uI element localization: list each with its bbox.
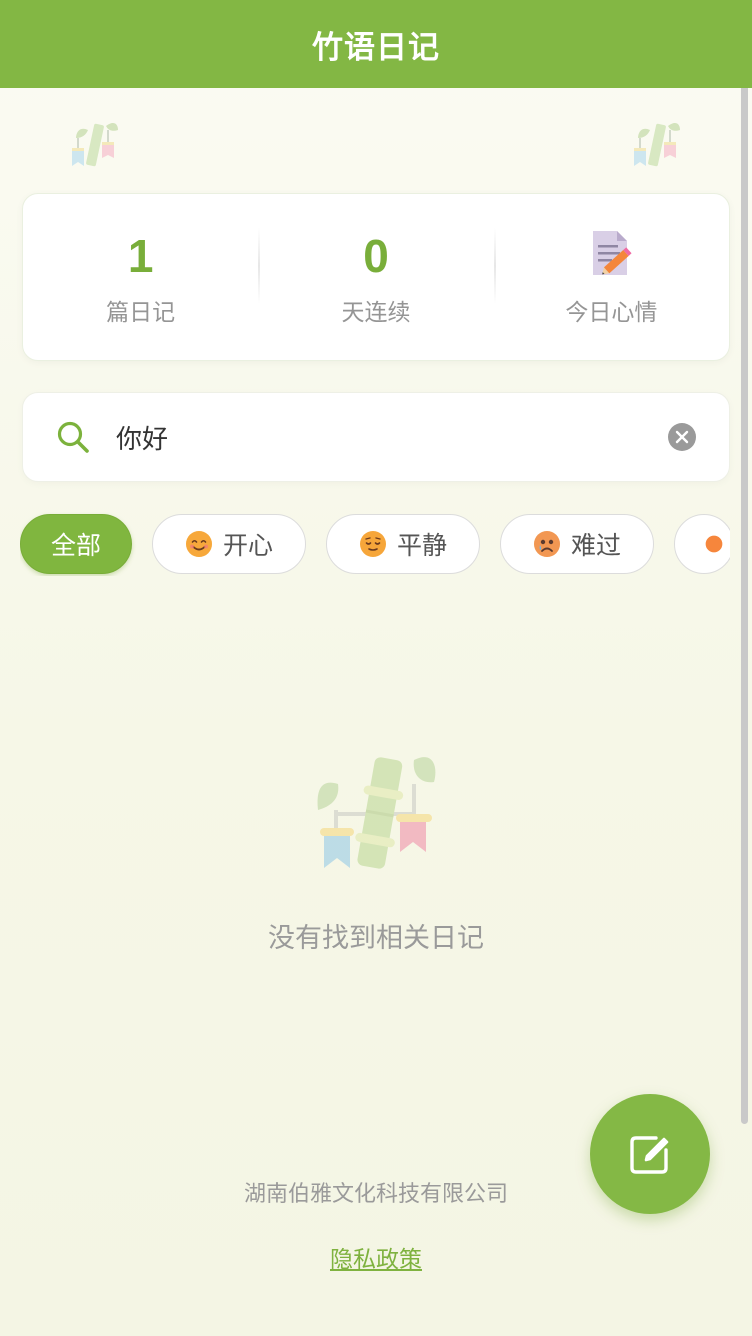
privacy-policy-link[interactable]: 隐私政策: [0, 1240, 752, 1274]
bamboo-decoration-left-icon: [68, 118, 122, 170]
filter-chip-label: 开心: [223, 531, 274, 560]
stat-streak: 0 天连续: [258, 194, 493, 360]
edit-icon: [630, 1136, 669, 1174]
emoji-icon: [705, 530, 723, 558]
filter-chip-more[interactable]: [674, 514, 730, 574]
streak-label: 天连续: [341, 300, 411, 326]
streak-count: 0: [363, 230, 389, 282]
filter-chip-all[interactable]: 全部: [20, 514, 133, 574]
company-name: 湖南伯雅文化科技有限公司: [243, 1182, 508, 1207]
empty-state-text: 没有找到相关日记: [268, 923, 484, 954]
search-icon: [56, 420, 90, 454]
bamboo-decoration-right-icon: [630, 118, 684, 170]
sad-face-icon: [533, 530, 561, 558]
mood-filter-bar: 全部 开心 平静 难过: [20, 512, 730, 576]
scrollbar[interactable]: [741, 0, 748, 1124]
empty-state-bamboo-icon: [310, 748, 442, 876]
filter-chip-happy[interactable]: 开心: [152, 514, 307, 574]
entries-label: 篇日记: [106, 300, 176, 326]
clear-search-icon[interactable]: [668, 423, 696, 451]
app-header: 竹语日记: [0, 0, 752, 88]
filter-chip-label: 平静: [397, 531, 448, 560]
app-title: 竹语日记: [312, 29, 440, 66]
smiling-face-icon: [185, 530, 213, 558]
memo-pencil-icon: [587, 227, 635, 279]
search-input[interactable]: [114, 421, 668, 453]
filter-chip-sad[interactable]: 难过: [500, 514, 655, 574]
filter-chip-calm[interactable]: 平静: [326, 514, 481, 574]
filter-chip-label: 全部: [51, 531, 102, 560]
stats-card: 1 篇日记 0 天连续 今日心情: [22, 193, 730, 361]
search-bar: [22, 392, 730, 482]
entries-count: 1: [127, 230, 154, 282]
mood-label: 今日心情: [565, 300, 658, 326]
relieved-face-icon: [359, 530, 387, 558]
stat-mood[interactable]: 今日心情: [493, 194, 729, 360]
stat-entries: 1 篇日记: [23, 194, 258, 360]
filter-chip-label: 难过: [571, 531, 622, 560]
